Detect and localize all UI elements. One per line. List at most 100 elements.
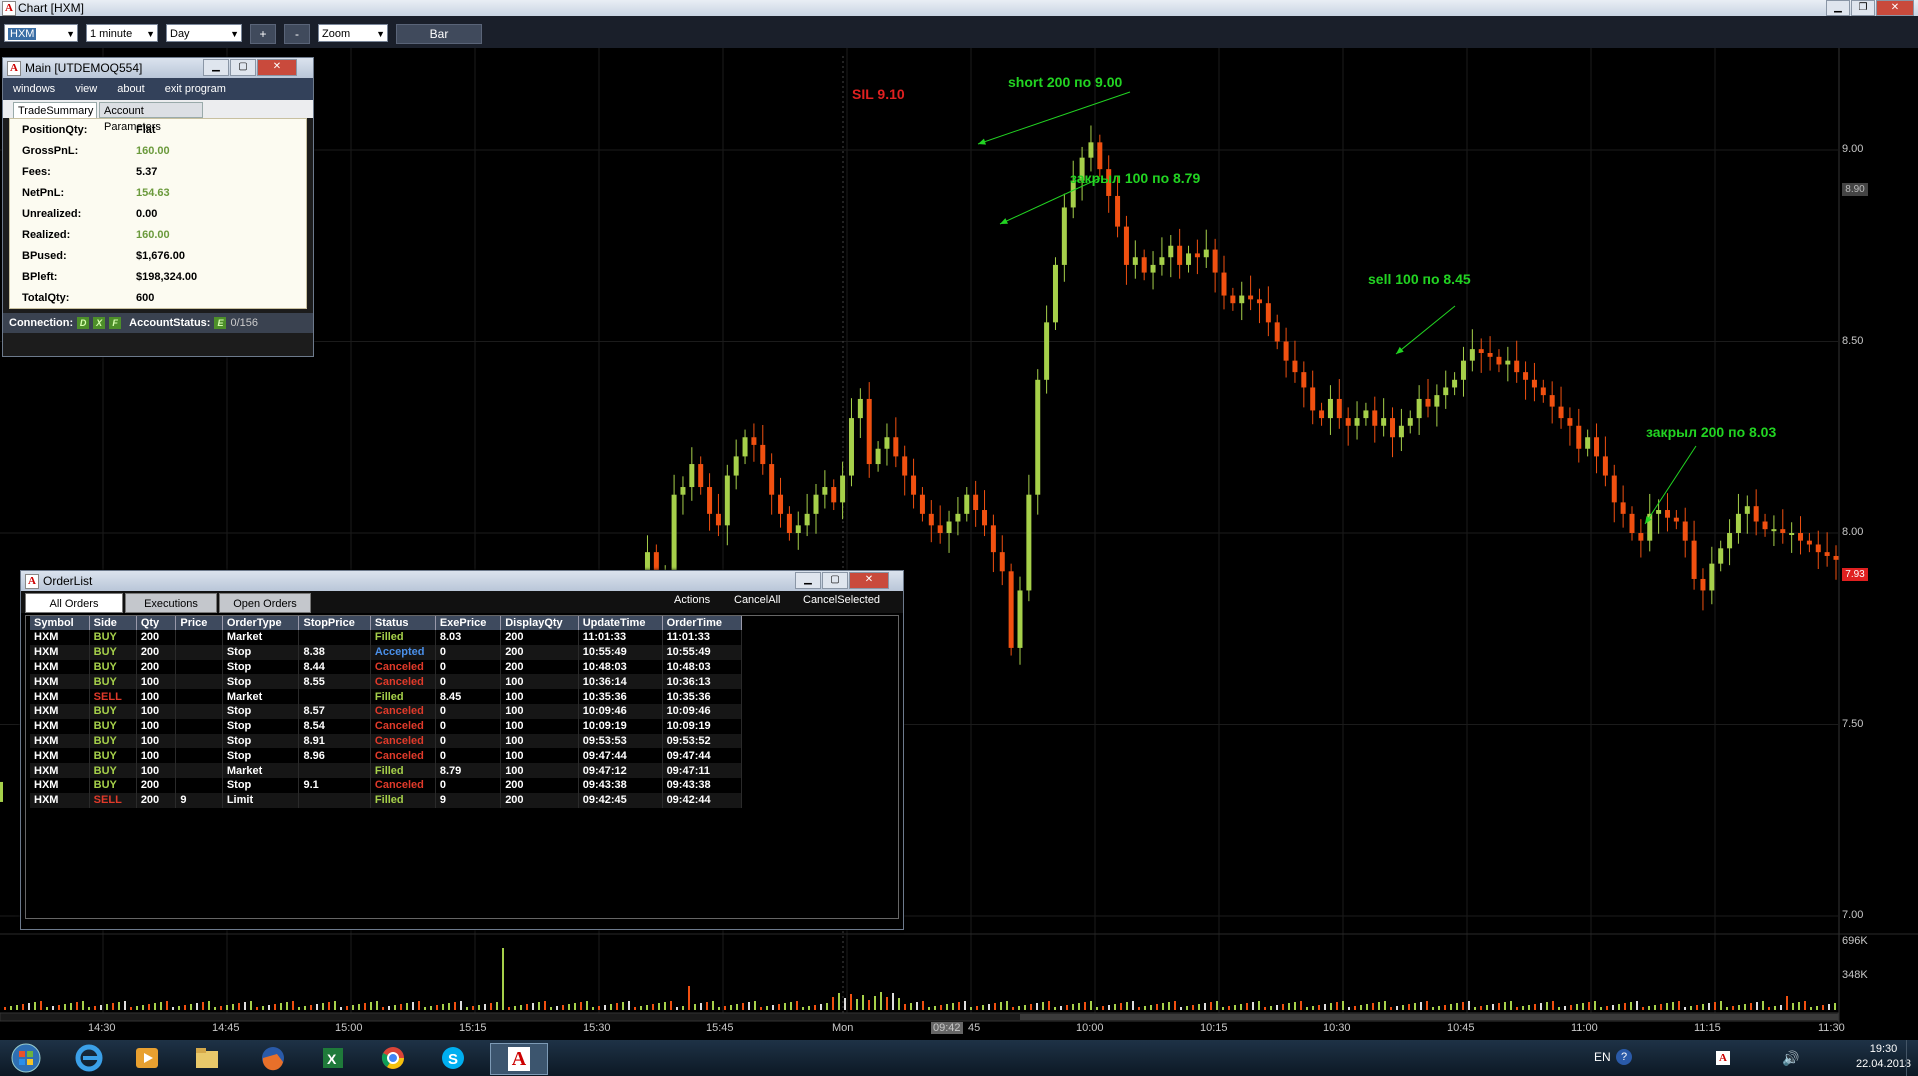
order-row[interactable]: HXM BUY 200 Stop 8.44 Canceled 0 200 10:48:03 10:… — [30, 659, 743, 675]
order-row[interactable]: HXM BUY 100 Market Filled 8.79 100 09:47:12 09:4… — [30, 763, 743, 778]
tab-all-orders[interactable]: All Orders — [25, 593, 123, 613]
order-cell-ordertype: Stop — [222, 718, 300, 734]
help-icon[interactable]: ? — [1616, 1049, 1632, 1065]
column-header[interactable]: UpdateTime — [578, 616, 663, 630]
close-button[interactable]: ✕ — [1876, 0, 1914, 16]
volume-bar — [1492, 1004, 1494, 1010]
menu-about[interactable]: about — [107, 78, 155, 100]
order-cell-side: BUY — [89, 630, 137, 645]
tab-trade-summary[interactable]: TradeSummary — [13, 102, 97, 118]
volume-bar — [844, 998, 846, 1010]
order-cell-qty: 100 — [136, 733, 177, 749]
minimize-button[interactable]: ▁ — [795, 572, 821, 589]
summary-row: TotalQty: 600 — [10, 287, 197, 308]
maximize-button[interactable]: ▢ — [230, 59, 256, 76]
start-button[interactable] — [0, 1043, 52, 1073]
volume-bar — [1318, 1005, 1320, 1010]
volume-bar — [478, 1005, 480, 1010]
volume-bar — [1570, 1005, 1572, 1010]
order-row[interactable]: HXM BUY 200 Market Filled 8.03 200 11:01:33 11:0… — [30, 630, 743, 645]
column-header[interactable]: StopPrice — [298, 616, 371, 630]
chart-style-button[interactable]: Bar — [396, 24, 482, 44]
taskbar-trading-app[interactable]: A — [490, 1043, 548, 1075]
order-cell-side: BUY — [89, 718, 137, 734]
order-row[interactable]: HXM BUY 200 Stop 9.1 Canceled 0 200 09:43:38 09:4… — [30, 777, 743, 793]
price-tick: 8.50 — [1842, 335, 1864, 347]
tab-executions[interactable]: Executions — [125, 593, 217, 613]
actions-menu[interactable]: Actions — [674, 594, 710, 606]
order-row[interactable]: HXM BUY 200 Stop 8.38 Accepted 0 200 10:55:49 10:… — [30, 644, 743, 660]
order-cell-price: 9 — [175, 792, 223, 808]
volume-bar — [658, 1003, 660, 1010]
taskbar-firefox[interactable] — [246, 1043, 300, 1073]
taskbar-ie[interactable] — [62, 1043, 116, 1073]
column-header[interactable]: Qty — [136, 616, 177, 630]
column-header[interactable]: ExePrice — [435, 616, 502, 630]
zoom-select[interactable]: Zoom ▼ — [318, 24, 388, 42]
order-row[interactable]: HXM SELL 200 9 Limit Filled 9 200 09:42:45 09:42:… — [30, 792, 743, 808]
volume-bar — [112, 1003, 114, 1010]
volume-bar — [700, 1003, 702, 1010]
taskbar-media-player[interactable] — [120, 1043, 174, 1073]
taskbar-skype[interactable]: S — [426, 1043, 480, 1073]
volume-icon[interactable]: 🔊 — [1782, 1050, 1799, 1067]
show-desktop-button[interactable] — [1906, 1040, 1918, 1076]
menu-exit-program[interactable]: exit program — [155, 78, 236, 100]
volume-bar — [1384, 1001, 1386, 1010]
clock[interactable]: 19:30 22.04.2013 — [1856, 1042, 1911, 1072]
interval-select[interactable]: 1 minute ▼ — [86, 24, 158, 42]
menu-view[interactable]: view — [65, 78, 107, 100]
column-header[interactable]: Side — [89, 616, 137, 630]
zoom-in-button[interactable]: + — [250, 24, 276, 44]
column-header[interactable]: Price — [175, 616, 223, 630]
volume-bar — [1798, 1002, 1800, 1010]
language-indicator[interactable]: EN — [1594, 1050, 1611, 1064]
candle — [795, 525, 801, 533]
order-row[interactable]: HXM BUY 100 Stop 8.57 Canceled 0 100 10:09:46 10:… — [30, 703, 743, 719]
volume-bar — [940, 1005, 942, 1010]
orderlist-titlebar[interactable]: A OrderList ▁ ▢ ✕ — [21, 571, 903, 591]
minimize-button[interactable]: ▁ — [1826, 0, 1850, 16]
cancel-selected-button[interactable]: CancelSelected — [803, 594, 880, 606]
candle — [1611, 475, 1617, 503]
symbol-select[interactable]: HXM ▼ — [4, 24, 78, 42]
order-cell-qty: 100 — [136, 674, 177, 690]
tab-open-orders[interactable]: Open Orders — [219, 593, 311, 613]
volume-bar — [1468, 1001, 1470, 1010]
taskbar-explorer[interactable] — [180, 1043, 234, 1073]
minimize-button[interactable]: ▁ — [203, 59, 229, 76]
close-button[interactable]: ✕ — [257, 59, 297, 76]
column-header[interactable]: OrderType — [222, 616, 300, 630]
order-row[interactable]: HXM BUY 100 Stop 8.54 Canceled 0 100 10:09:19 10:… — [30, 718, 743, 734]
main-window-titlebar[interactable]: A Main [UTDEMOQ554] ▁ ▢ ✕ — [3, 58, 313, 78]
maximize-button[interactable]: ▢ — [822, 572, 848, 589]
volume-bar — [244, 1002, 246, 1010]
order-row[interactable]: HXM BUY 100 Stop 8.91 Canceled 0 100 09:53:53 09:… — [30, 733, 743, 749]
volume-bar — [1096, 1007, 1098, 1010]
taskbar-excel[interactable]: X — [306, 1043, 360, 1073]
order-row[interactable]: HXM SELL 100 Market Filled 8.45 100 10:35:36 10:… — [30, 689, 743, 704]
candle — [742, 437, 748, 457]
column-header[interactable]: DisplayQty — [500, 616, 579, 630]
order-row[interactable]: HXM BUY 100 Stop 8.96 Canceled 0 100 09:47:44 09:… — [30, 748, 743, 764]
window-title: Chart [HXM] — [18, 1, 85, 15]
period-select[interactable]: Day ▼ — [166, 24, 242, 42]
main-menubar: windows view about exit program — [3, 78, 313, 100]
volume-bar — [1222, 1007, 1224, 1010]
tray-app-icon[interactable]: A — [1716, 1051, 1730, 1065]
cancel-all-button[interactable]: CancelAll — [734, 594, 780, 606]
column-header[interactable]: OrderTime — [662, 616, 743, 630]
candle — [999, 552, 1005, 572]
taskbar-chrome[interactable] — [366, 1043, 420, 1073]
close-button[interactable]: ✕ — [849, 572, 889, 589]
column-header[interactable]: Status — [370, 616, 436, 630]
column-header[interactable]: Symbol — [30, 616, 90, 630]
restore-button[interactable]: ❐ — [1851, 0, 1875, 16]
order-row[interactable]: HXM BUY 100 Stop 8.55 Canceled 0 100 10:36:14 10:… — [30, 674, 743, 690]
order-cell-stopprice: 8.96 — [298, 748, 371, 764]
zoom-out-button[interactable]: - — [284, 24, 310, 44]
menu-windows[interactable]: windows — [3, 78, 65, 100]
tab-account-parameters[interactable]: Account Parameters — [99, 102, 203, 133]
volume-bar — [832, 997, 834, 1010]
volume-bar — [1198, 1004, 1200, 1010]
